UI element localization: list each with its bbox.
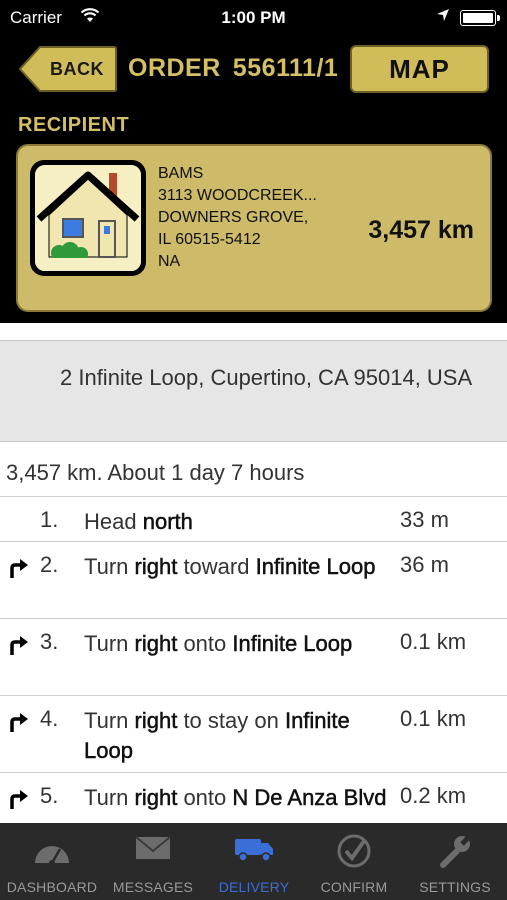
gauge-icon — [35, 846, 69, 866]
step-instruction: Turn right toward Infinite Loop — [84, 554, 376, 580]
status-bar: Carrier 1:00 PM — [0, 0, 507, 34]
direction-step[interactable]: 4. Turn right to stay on Infinite Loop 0… — [0, 695, 507, 772]
step-distance: 0.1 km — [400, 629, 467, 654]
destination-address: 2 Infinite Loop, Cupertino, CA 95014, US… — [60, 365, 473, 390]
step-instruction: Turn right to stay on Infinite Loop — [84, 708, 350, 764]
tab-label: SETTINGS — [419, 879, 491, 895]
route-summary: 3,457 km. About 1 day 7 hours — [6, 460, 305, 485]
step-number: 2. — [40, 552, 59, 577]
step-number: 1. — [40, 507, 59, 532]
recipient-city: DOWNERS GROVE, — [158, 209, 309, 226]
direction-step[interactable]: 1. Head north 33 m — [0, 496, 507, 541]
step-number: 5. — [40, 783, 59, 808]
recipient-address: BAMS 3113 WOODCREEK... DOWNERS GROVE, IL… — [158, 163, 317, 273]
turn-right-icon — [8, 558, 30, 580]
order-header: BACK ORDER 556111/1 MAP RECIPIENT BAMS 3… — [0, 34, 507, 323]
tab-messages[interactable]: MESSAGES — [103, 823, 203, 900]
directions-list: 1. Head north 33 m 2. Turn right toward … — [0, 496, 507, 849]
step-distance: 33 m — [400, 507, 449, 532]
recipient-country: NA — [158, 253, 181, 270]
recipient-street: 3113 WOODCREEK... — [158, 187, 317, 204]
recipient-heading: RECIPIENT — [18, 114, 130, 136]
tab-delivery[interactable]: DELIVERY — [204, 823, 304, 900]
tab-dashboard[interactable]: DASHBOARD — [2, 823, 102, 900]
back-button-label: BACK — [50, 59, 104, 79]
step-instruction: Head north — [84, 509, 193, 535]
turn-right-icon — [8, 635, 30, 657]
turn-right-icon — [8, 789, 30, 811]
recipient-name: BAMS — [158, 165, 204, 182]
turn-right-icon — [8, 712, 30, 734]
truck-icon — [235, 839, 273, 862]
house-icon — [30, 160, 146, 276]
clock: 1:00 PM — [221, 8, 286, 27]
step-distance: 0.1 km — [400, 706, 467, 731]
map-button[interactable]: MAP — [350, 45, 489, 93]
destination-address-box: 2 Infinite Loop, Cupertino, CA 95014, US… — [0, 340, 507, 442]
tab-confirm[interactable]: CONFIRM — [304, 823, 404, 900]
step-number: 3. — [40, 629, 59, 654]
order-title: ORDER 556111/1 — [128, 54, 338, 83]
step-number: 4. — [40, 706, 59, 731]
recipient-card[interactable]: BAMS 3113 WOODCREEK... DOWNERS GROVE, IL… — [16, 144, 492, 312]
tab-settings[interactable]: SETTINGS — [405, 823, 505, 900]
recipient-zip: IL 60515-5412 — [158, 231, 261, 248]
direction-step[interactable]: 2. Turn right toward Infinite Loop 36 m — [0, 541, 507, 618]
checkmark-icon — [337, 834, 371, 868]
direction-step[interactable]: 3. Turn right onto Infinite Loop 0.1 km — [0, 618, 507, 695]
step-distance: 0.2 km — [400, 783, 467, 808]
back-button[interactable]: BACK — [18, 45, 118, 93]
recipient-distance: 3,457 km — [368, 216, 474, 244]
tab-bar: DASHBOARD MESSAGES DELIVERY CONFIRM SETT… — [0, 823, 507, 900]
step-instruction: Turn right onto Infinite Loop — [84, 631, 353, 657]
order-label: ORDER — [128, 54, 221, 82]
battery-icon — [460, 10, 500, 26]
step-instruction: Turn right onto N De Anza Blvd — [84, 785, 387, 811]
location-arrow-icon — [436, 8, 450, 25]
wrench-icon — [440, 834, 472, 868]
step-distance: 36 m — [400, 552, 449, 577]
order-number: 556111/1 — [232, 54, 339, 82]
envelope-icon — [135, 836, 171, 859]
